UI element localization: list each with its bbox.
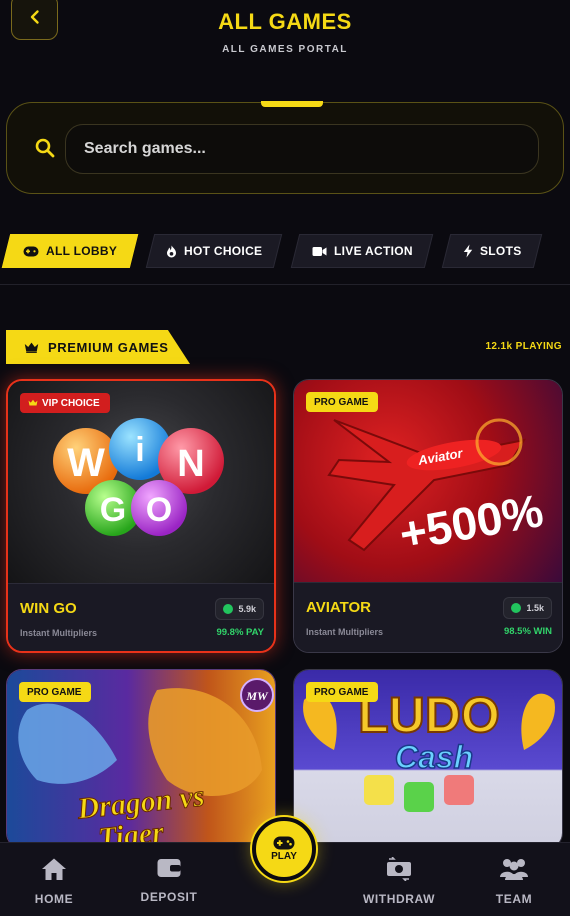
pro-badge: PRO GAME — [306, 392, 379, 412]
tab-label: HOT CHOICE — [183, 244, 263, 258]
game-info: AVIATOR Instant Multipliers 1.5k 98.5% W… — [294, 582, 562, 652]
provider-logo-text: MW — [245, 689, 269, 703]
game-name: AVIATOR — [306, 599, 372, 616]
divider — [0, 284, 570, 285]
search-panel — [6, 101, 564, 194]
page-subtitle: ALL GAMES PORTAL — [222, 44, 348, 55]
gamepad-icon — [273, 836, 295, 850]
tab-label: SLOTS — [479, 244, 522, 258]
header: ALL GAMES ALL GAMES PORTAL — [0, 0, 570, 100]
svg-text:O: O — [146, 491, 172, 529]
tab-label: LIVE ACTION — [333, 244, 413, 258]
svg-text:W: W — [67, 441, 105, 485]
tab-live-action[interactable]: LIVE ACTION — [290, 234, 434, 268]
flame-icon — [166, 245, 176, 257]
badge-label: PRO GAME — [314, 686, 369, 698]
team-icon — [500, 859, 528, 880]
play-button[interactable]: PLAY — [252, 817, 316, 881]
crown-icon — [24, 342, 39, 353]
online-count-label: 1.5k — [526, 603, 544, 613]
game-card-ludo-cash[interactable]: LUDO Cash PRO GAME — [293, 669, 563, 849]
gamepad-icon — [23, 246, 39, 256]
search-panel-accent — [261, 101, 323, 107]
playing-count: 12.1k PLAYING — [485, 341, 562, 352]
category-tabs: ALL LOBBY HOT CHOICE LIVE ACTION SLOTS — [0, 234, 570, 270]
game-description: Instant Multipliers — [306, 627, 384, 637]
nav-withdraw-label: WITHDRAW — [362, 892, 436, 906]
game-card-win-go[interactable]: W i N G O VIP CHOICE WIN GO Instant Mult… — [6, 379, 276, 653]
nav-team[interactable]: TEAM — [469, 857, 559, 906]
pro-badge: PRO GAME — [306, 682, 379, 702]
search-input[interactable] — [65, 124, 539, 174]
online-count: 5.9k — [215, 598, 264, 620]
svg-text:G: G — [100, 491, 126, 529]
ludo-title-text: LUDO — [358, 687, 500, 743]
section-title: PREMIUM GAMES — [6, 330, 190, 364]
pro-badge: PRO GAME — [19, 682, 92, 702]
game-description: Instant Multipliers — [20, 628, 98, 638]
nav-deposit-label: DEPOSIT — [140, 890, 198, 904]
game-card-aviator[interactable]: Aviator +500% PRO GAME AVIATOR Instant M… — [293, 379, 563, 653]
tab-all-lobby[interactable]: ALL LOBBY — [1, 234, 139, 268]
online-dot-icon — [511, 603, 522, 613]
section-title-label: PREMIUM GAMES — [48, 339, 169, 355]
tab-slots[interactable]: SLOTS — [441, 234, 543, 268]
bolt-icon — [463, 244, 472, 258]
payout-rate: 98.5% WIN — [503, 626, 552, 637]
svg-text:N: N — [177, 443, 204, 485]
wallet-icon — [157, 859, 181, 877]
page-title: ALL GAMES — [218, 9, 352, 34]
crown-icon — [28, 399, 38, 406]
game-info: WIN GO Instant Multipliers 5.9k 99.8% PA… — [8, 583, 274, 651]
video-icon — [312, 246, 327, 256]
nav-deposit[interactable]: DEPOSIT — [124, 857, 214, 904]
payout-rate: 99.8% PAY — [216, 627, 264, 638]
game-name: WIN GO — [20, 600, 77, 617]
play-label: PLAY — [271, 851, 297, 862]
svg-text:i: i — [135, 431, 144, 469]
nav-withdraw[interactable]: WITHDRAW — [354, 856, 444, 906]
money-transfer-icon — [387, 856, 411, 882]
online-dot-icon — [223, 604, 234, 614]
online-count: 1.5k — [503, 597, 552, 619]
badge-label: VIP CHOICE — [42, 397, 100, 409]
badge-label: PRO GAME — [27, 686, 82, 698]
vip-badge: VIP CHOICE — [20, 393, 110, 413]
online-count-label: 5.9k — [238, 604, 256, 614]
game-card-dragon-vs-tiger[interactable]: MW Dragon vs Tiger PRO GAME — [6, 669, 276, 849]
cash-title-text: Cash — [395, 739, 473, 775]
nav-team-label: TEAM — [495, 892, 533, 906]
search-icon — [35, 138, 55, 158]
badge-label: PRO GAME — [314, 396, 369, 408]
tab-hot-choice[interactable]: HOT CHOICE — [145, 234, 283, 268]
home-icon — [42, 858, 66, 880]
nav-home-label: HOME — [34, 892, 74, 906]
nav-home[interactable]: HOME — [9, 857, 99, 906]
tab-label: ALL LOBBY — [45, 244, 118, 258]
